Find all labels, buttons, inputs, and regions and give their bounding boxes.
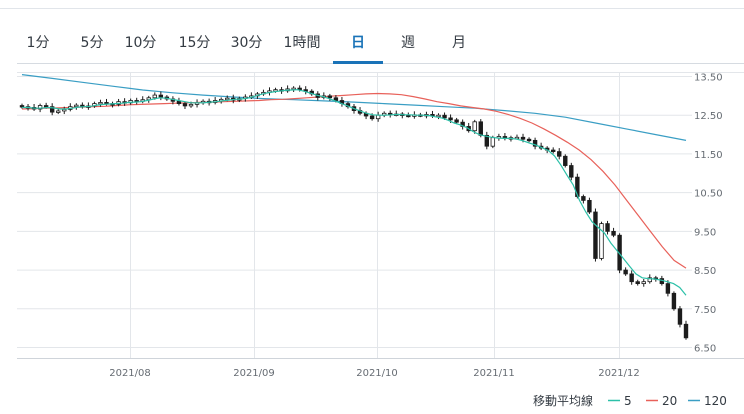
candle-body	[62, 109, 67, 112]
legend-title: 移動平均線	[533, 393, 593, 408]
candle-body	[520, 136, 526, 140]
candle-body	[442, 114, 447, 119]
candle-body	[593, 211, 598, 259]
candle-body	[182, 103, 188, 107]
y-tick-label: 13.50	[694, 73, 723, 84]
ma-20-line	[21, 92, 687, 269]
y-tick-label: 7.50	[694, 305, 716, 316]
candle-body	[605, 223, 610, 232]
legend-item-5: 5	[624, 394, 632, 408]
timeframe-tabs: 1分 5分 10分 15分 30分 1時間日週月	[17, 26, 744, 64]
candle-body	[152, 94, 157, 99]
y-tick-label: 8.50	[694, 266, 716, 277]
tab-8[interactable]: 週	[389, 26, 427, 64]
candle-body	[629, 273, 634, 283]
candlestick-chart: 13.5012.5011.5010.509.508.507.506.50 202…	[17, 72, 744, 408]
legend-item-20: 20	[662, 394, 677, 408]
candle-body	[454, 119, 459, 123]
candle-body	[158, 94, 164, 98]
candle-body	[581, 196, 586, 201]
candle-body	[188, 103, 194, 107]
candle-body	[478, 121, 483, 136]
x-tick-label: 2021/12	[598, 368, 640, 379]
candle-body	[551, 149, 556, 153]
candle-body	[671, 292, 677, 310]
ma20-layer	[21, 92, 687, 269]
candle-body	[623, 269, 628, 275]
candle-body	[677, 308, 683, 325]
candles-layer	[19, 85, 689, 340]
candle-body	[587, 199, 592, 213]
candle-body	[176, 100, 182, 104]
candle-body	[611, 230, 616, 236]
legend-item-120: 120	[704, 394, 727, 408]
y-tick-label: 6.50	[694, 344, 716, 355]
tab-9[interactable]: 月	[441, 26, 477, 64]
tab-3[interactable]: 10分	[118, 26, 163, 64]
candle-body	[56, 110, 61, 113]
candle-body	[98, 102, 103, 105]
candle-body	[225, 97, 230, 101]
candle-body	[569, 165, 574, 178]
chart-legend: 移動平均線 5 20 120	[533, 393, 727, 408]
y-tick-label: 9.50	[694, 227, 716, 238]
candle-body	[369, 115, 375, 120]
x-axis-ticks: 2021/08 2021/09 2021/10 2021/11 2021/12	[109, 368, 640, 379]
candle-body	[436, 114, 441, 118]
top-edge	[0, 0, 744, 9]
tab-5[interactable]: 30分	[224, 26, 269, 64]
x-tick-label: 2021/10	[356, 368, 398, 379]
y-tick-label: 10.50	[694, 189, 723, 200]
y-tick-label: 12.50	[694, 111, 723, 122]
y-axis-ticks: 13.50 12.50 11.50 10.50 9.50 8.50 7.50 6.50	[694, 73, 723, 355]
tab-7[interactable]: 日	[333, 26, 383, 64]
candle-body	[490, 137, 496, 147]
candle-body	[472, 121, 477, 132]
candle-body	[635, 281, 640, 285]
tab-1[interactable]: 1分	[17, 26, 59, 64]
tab-2[interactable]: 5分	[73, 26, 111, 64]
candle-body	[19, 105, 25, 108]
candle-body	[683, 323, 689, 339]
candle-body	[327, 95, 333, 99]
tab-6[interactable]: 1時間	[277, 26, 327, 64]
candle-body	[406, 114, 411, 118]
x-tick-label: 2021/08	[109, 368, 151, 379]
candle-body	[74, 104, 79, 108]
candle-body	[448, 117, 453, 121]
candle-body	[563, 155, 568, 166]
candle-body	[526, 138, 532, 142]
candle-body	[665, 283, 671, 294]
x-tick-label: 2021/11	[473, 368, 515, 379]
candle-body	[557, 151, 562, 157]
y-tick-label: 11.50	[694, 150, 723, 161]
tab-4[interactable]: 15分	[172, 26, 217, 64]
candle-body	[641, 281, 646, 285]
candle-body	[43, 105, 49, 108]
x-tick-label: 2021/09	[233, 368, 275, 379]
